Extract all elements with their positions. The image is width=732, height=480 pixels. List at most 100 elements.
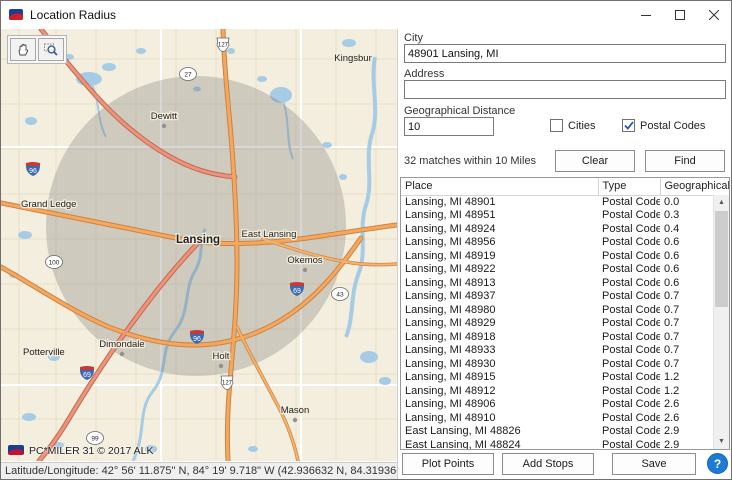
- help-button[interactable]: ?: [707, 453, 728, 474]
- svg-text:127: 127: [222, 381, 233, 387]
- minimize-button[interactable]: [629, 1, 663, 29]
- add-stops-button[interactable]: Add Stops: [502, 453, 594, 475]
- table-row[interactable]: Lansing, MI 48929Postal Code0.7: [401, 317, 730, 331]
- minimize-icon: [641, 10, 651, 20]
- table-row[interactable]: Lansing, MI 48924Postal Code0.4: [401, 222, 730, 236]
- matches-count-text: 32 matches within 10 Miles: [404, 155, 536, 167]
- cell-place: Lansing, MI 48913: [401, 276, 598, 290]
- cell-place: Lansing, MI 48980: [401, 303, 598, 317]
- cell-place: Lansing, MI 48919: [401, 249, 598, 263]
- svg-text:69: 69: [293, 288, 301, 295]
- table-row[interactable]: Lansing, MI 48951Postal Code0.3: [401, 209, 730, 223]
- table-row[interactable]: East Lansing, MI 48824Postal Code2.9: [401, 438, 730, 450]
- table-row[interactable]: Lansing, MI 48933Postal Code0.7: [401, 344, 730, 358]
- search-panel: City Address Geographical Distance Citie…: [397, 29, 731, 479]
- cell-place: Lansing, MI 48918: [401, 330, 598, 344]
- svg-text:27: 27: [184, 72, 192, 79]
- table-row[interactable]: Lansing, MI 48918Postal Code0.7: [401, 330, 730, 344]
- highway-shield-state99: 99: [87, 432, 104, 445]
- table-row[interactable]: Lansing, MI 48980Postal Code0.7: [401, 303, 730, 317]
- postal-codes-checkbox-label: Postal Codes: [640, 120, 705, 132]
- cell-place: Lansing, MI 48929: [401, 317, 598, 331]
- table-row[interactable]: Lansing, MI 48922Postal Code0.6: [401, 263, 730, 277]
- cell-place: Lansing, MI 48922: [401, 263, 598, 277]
- table-row[interactable]: Lansing, MI 48901Postal Code0.0: [401, 195, 730, 209]
- scroll-down-arrow-icon[interactable]: ▼: [714, 434, 729, 449]
- postal-codes-checkbox[interactable]: Postal Codes: [622, 119, 705, 132]
- svg-text:43: 43: [336, 292, 344, 299]
- app-logo-icon: [8, 7, 24, 23]
- cell-place: Lansing, MI 48924: [401, 222, 598, 236]
- svg-text:69: 69: [83, 372, 91, 379]
- distance-input[interactable]: [404, 117, 494, 136]
- cell-type: Postal Code: [598, 330, 660, 344]
- zoom-window-tool-button[interactable]: [38, 38, 64, 61]
- cell-type: Postal Code: [598, 263, 660, 277]
- cell-place: Lansing, MI 48956: [401, 236, 598, 250]
- cell-type: Postal Code: [598, 249, 660, 263]
- table-row[interactable]: Lansing, MI 48912Postal Code1.2: [401, 384, 730, 398]
- map-label-holt: Holt: [213, 351, 230, 362]
- cell-type: Postal Code: [598, 276, 660, 290]
- map-label-east-lansing: East Lansing: [242, 229, 297, 240]
- address-input[interactable]: [404, 80, 726, 99]
- column-header-type[interactable]: Type: [598, 178, 660, 195]
- cell-place: Lansing, MI 48915: [401, 371, 598, 385]
- address-label: Address: [404, 68, 444, 80]
- save-button[interactable]: Save: [612, 453, 696, 475]
- find-button[interactable]: Find: [645, 150, 725, 172]
- table-row[interactable]: Lansing, MI 48915Postal Code1.2: [401, 371, 730, 385]
- map-canvas[interactable]: 127 127 96 96 69: [1, 29, 397, 461]
- cell-type: Postal Code: [598, 344, 660, 358]
- cell-place: Lansing, MI 48901: [401, 195, 598, 209]
- cell-place: East Lansing, MI 48824: [401, 438, 598, 450]
- table-row[interactable]: Lansing, MI 48919Postal Code0.6: [401, 249, 730, 263]
- map-label-potterville: Potterville: [23, 347, 65, 358]
- svg-text:99: 99: [91, 436, 99, 443]
- cell-type: Postal Code: [598, 411, 660, 425]
- cities-checkbox[interactable]: Cities: [550, 119, 596, 132]
- check-icon: [624, 121, 634, 130]
- cell-place: Lansing, MI 48906: [401, 398, 598, 412]
- table-row[interactable]: Lansing, MI 48906Postal Code2.6: [401, 398, 730, 412]
- close-button[interactable]: [697, 1, 731, 29]
- cell-type: Postal Code: [598, 195, 660, 209]
- map-label-lansing: Lansing: [176, 234, 220, 246]
- table-scrollbar[interactable]: ▲ ▼: [713, 195, 729, 449]
- table-row[interactable]: Lansing, MI 48956Postal Code0.6: [401, 236, 730, 250]
- cell-type: Postal Code: [598, 357, 660, 371]
- pcmiler-logo-icon: [7, 444, 25, 457]
- results-table-body: Lansing, MI 48901Postal Code0.0Lansing, …: [401, 195, 730, 450]
- table-row[interactable]: Lansing, MI 48913Postal Code0.6: [401, 276, 730, 290]
- postal-codes-checkbox-box: [622, 119, 635, 132]
- table-row[interactable]: East Lansing, MI 48826Postal Code2.9: [401, 425, 730, 439]
- svg-text:100: 100: [49, 260, 60, 267]
- location-radius-window: Location Radius: [0, 0, 732, 480]
- table-row[interactable]: Lansing, MI 48930Postal Code0.7: [401, 357, 730, 371]
- pan-tool-button[interactable]: [10, 38, 36, 61]
- clear-button[interactable]: Clear: [555, 150, 635, 172]
- table-row[interactable]: Lansing, MI 48937Postal Code0.7: [401, 290, 730, 304]
- cell-type: Postal Code: [598, 371, 660, 385]
- cell-type: Postal Code: [598, 303, 660, 317]
- maximize-button[interactable]: [663, 1, 697, 29]
- title-bar[interactable]: Location Radius: [1, 1, 731, 30]
- cell-type: Postal Code: [598, 222, 660, 236]
- plot-points-button[interactable]: Plot Points: [402, 453, 494, 475]
- svg-text:127: 127: [218, 43, 229, 49]
- cell-place: Lansing, MI 48930: [401, 357, 598, 371]
- cell-type: Postal Code: [598, 425, 660, 439]
- scroll-up-arrow-icon[interactable]: ▲: [714, 195, 729, 210]
- map-toolbar: [7, 35, 67, 64]
- column-header-geographical-distance[interactable]: Geographical Di: [660, 178, 730, 195]
- cities-checkbox-box: [550, 119, 563, 132]
- column-header-place[interactable]: Place: [401, 178, 598, 195]
- svg-text:96: 96: [29, 168, 37, 175]
- table-row[interactable]: Lansing, MI 48910Postal Code2.6: [401, 411, 730, 425]
- map-label-dimondale: Dimondale: [99, 339, 144, 350]
- pan-hand-icon: [15, 42, 31, 58]
- scrollbar-thumb[interactable]: [715, 211, 728, 307]
- highway-shield-state100: 100: [46, 256, 63, 269]
- cell-place: Lansing, MI 48933: [401, 344, 598, 358]
- city-input[interactable]: [404, 44, 726, 63]
